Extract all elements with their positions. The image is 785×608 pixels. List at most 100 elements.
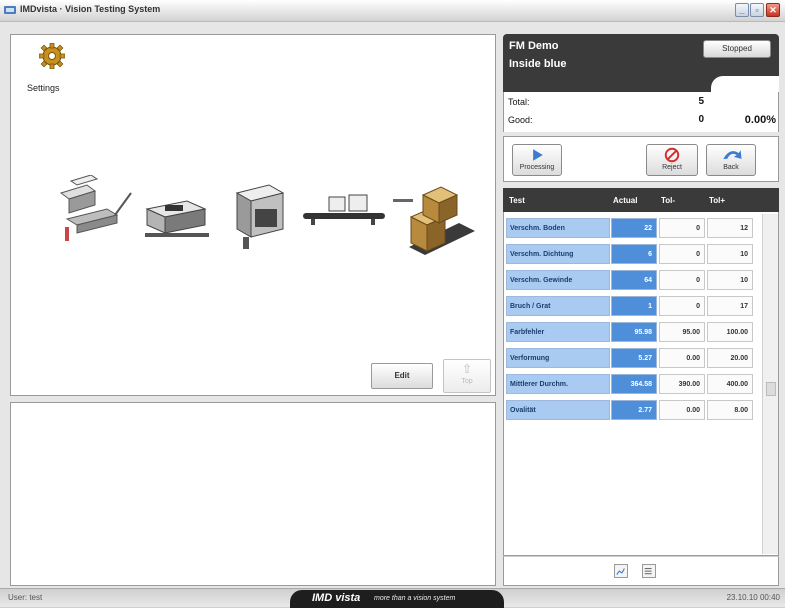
good-value: 0 [698,114,704,125]
close-icon: ✕ [769,5,777,15]
window-title: IMDvista · Vision Testing System [20,4,161,14]
tol-plus-cell: 17 [707,296,753,316]
user-label: User: test [8,593,43,602]
table-row[interactable]: Verschm. Dichtung 6 0 10 [504,244,766,266]
tol-minus-cell: 0.00 [659,400,705,420]
message-panel [10,402,496,586]
table-row[interactable]: Mittlerer Durchm. 364.58 390.00 400.00 [504,374,766,396]
col-test: Test [509,196,525,205]
actual-value-cell: 364.58 [611,374,657,394]
brand-name: IMD vista [312,592,361,604]
total-label: Total: [508,97,530,107]
edit-button[interactable]: Edit [371,363,433,389]
back-button[interactable]: Back [706,144,756,176]
app-window: IMDvista · Vision Testing System _ ▫ ✕ S… [0,0,785,608]
col-tol-minus: Tol- [661,196,676,205]
tol-minus-cell: 0 [659,244,705,264]
total-row: Total: 5 [504,94,780,112]
test-name-cell: Verformung [506,348,610,368]
table-row[interactable]: Farbfehler 95.98 95.00 100.00 [504,322,766,344]
play-icon [533,149,543,161]
top-button-label: Top [461,378,473,385]
actual-value-cell: 5.27 [611,348,657,368]
conveyor-machine[interactable] [301,193,387,227]
actual-value-cell: 2.77 [611,400,657,420]
results-table-header: Test Actual Tol- Tol+ [503,188,779,212]
maximize-icon: ▫ [755,5,759,15]
table-footer [503,556,779,586]
test-name-cell: Verschm. Gewinde [506,270,610,290]
table-row[interactable]: Verschm. Gewinde 64 0 10 [504,270,766,292]
status-bar: User: test IMD vista more than a vision … [0,588,785,608]
feeder-machine[interactable] [57,175,135,243]
reject-label: Reject [662,164,682,171]
col-actual: Actual [613,196,638,205]
table-row[interactable]: Verformung 5.27 0.00 20.00 [504,348,766,370]
test-name-cell: Verschm. Boden [506,218,610,238]
test-name-cell: Farbfehler [506,322,610,342]
filling-machine[interactable] [229,179,287,251]
actual-value-cell: 64 [611,270,657,290]
settings-label: Settings [27,83,60,93]
minimize-button[interactable]: _ [735,3,749,17]
status-button[interactable]: Stopped [703,40,771,58]
gear-icon [39,43,65,69]
tol-plus-cell: 400.00 [707,374,753,394]
table-row[interactable]: Bruch / Grat 1 0 17 [504,296,766,318]
tol-minus-cell: 0 [659,270,705,290]
brand-logo: IMD vista more than a vision system [290,590,504,608]
packaging-machine[interactable] [143,195,211,243]
job-header: FM Demo Inside blue Stopped [503,34,779,92]
back-arrow-icon [723,150,742,159]
results-table: Verschm. Boden 22 0 12 Verschm. Dichtung 6 0 10… [503,212,779,556]
test-name-cell: Ovalität [506,400,610,420]
total-value: 5 [698,96,704,107]
minimize-icon: _ [739,5,745,15]
test-name-cell: Verschm. Dichtung [506,244,610,264]
tol-plus-cell: 20.00 [707,348,753,368]
list-view-icon[interactable] [642,564,656,578]
chart-view-icon[interactable] [614,564,628,578]
tol-plus-cell: 10 [707,244,753,264]
actual-value-cell: 1 [611,296,657,316]
product-name: Inside blue [509,58,567,70]
tol-minus-cell: 0 [659,218,705,238]
settings-button[interactable]: Settings [27,41,77,97]
action-bar: Processing Reject Back [503,136,779,182]
good-row: Good: 0 0.00% [504,112,780,130]
actual-value-cell: 6 [611,244,657,264]
scrollbar-thumb[interactable] [766,382,776,396]
palletizer-machine[interactable] [389,177,479,261]
table-row[interactable]: Verschm. Boden 22 0 12 [504,218,766,240]
line-overview-panel: Settings Edit ⇧ Top [10,34,496,396]
tol-minus-cell: 95.00 [659,322,705,342]
brand-tagline: more than a vision system [374,595,456,602]
processing-button[interactable]: Processing [512,144,562,176]
title-bar: IMDvista · Vision Testing System _ ▫ ✕ [0,0,785,22]
maximize-button[interactable]: ▫ [750,3,764,17]
tol-plus-cell: 100.00 [707,322,753,342]
reject-icon [664,147,680,163]
test-name-cell: Mittlerer Durchm. [506,374,610,394]
actual-value-cell: 22 [611,218,657,238]
processing-label: Processing [519,164,555,171]
counter-panel: Total: 5 Good: 0 0.00% [503,92,779,132]
table-scrollbar[interactable] [762,214,778,554]
app-icon [4,6,16,14]
tol-minus-cell: 0 [659,296,705,316]
back-label: Back [723,164,739,171]
tol-plus-cell: 8.00 [707,400,753,420]
col-tol-plus: Tol+ [709,196,726,205]
top-button[interactable]: ⇧ Top [443,359,491,393]
table-row[interactable]: Ovalität 2.77 0.00 8.00 [504,400,766,422]
job-name: FM Demo [509,40,559,52]
reject-button[interactable]: Reject [646,144,698,176]
actual-value-cell: 95.98 [611,322,657,342]
tol-plus-cell: 10 [707,270,753,290]
arrow-up-icon: ⇧ [461,362,473,376]
test-name-cell: Bruch / Grat [506,296,610,316]
header-tab-shape [711,76,779,92]
clock: 23.10.10 00:40 [726,593,780,602]
close-button[interactable]: ✕ [766,3,780,17]
good-label: Good: [508,115,533,125]
